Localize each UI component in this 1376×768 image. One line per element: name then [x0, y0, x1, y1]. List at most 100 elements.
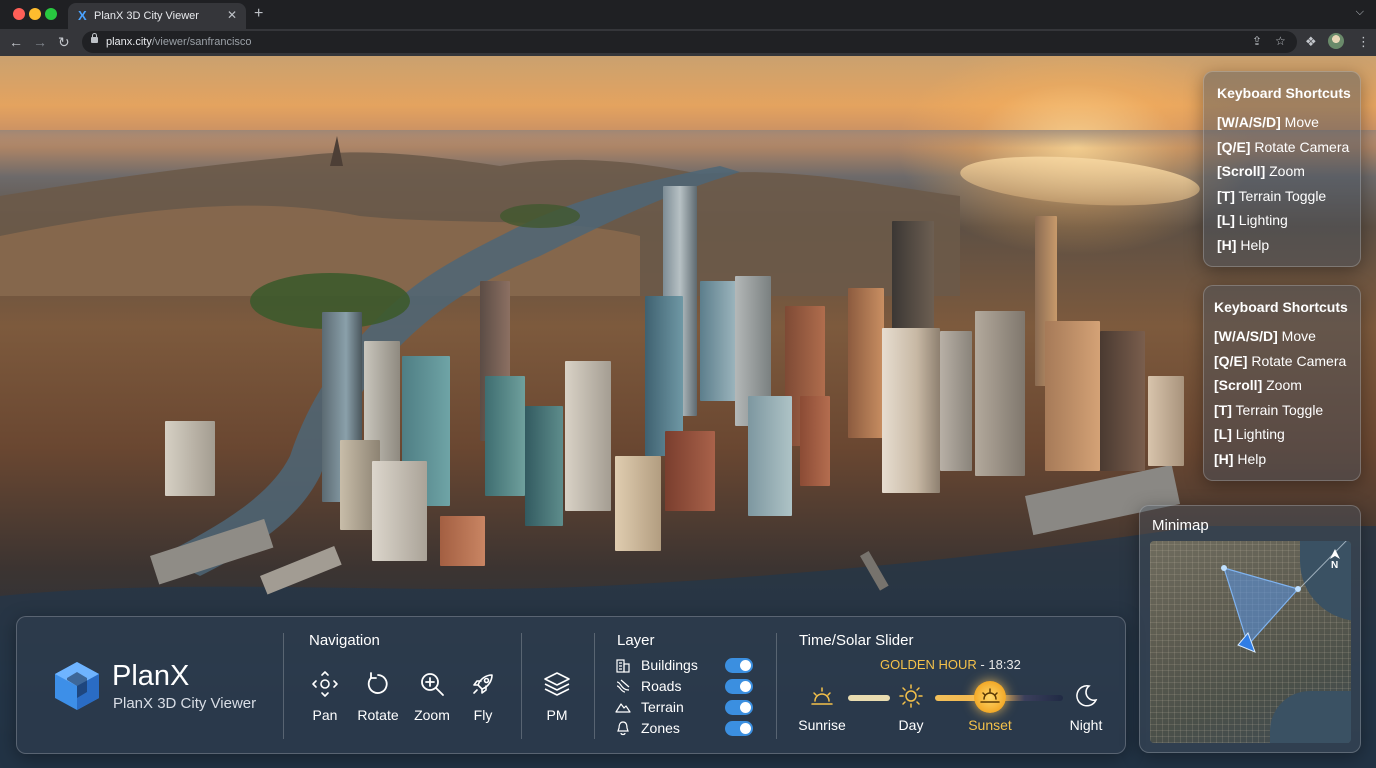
moon-night-icon	[1076, 685, 1098, 707]
night-label: Night	[1069, 717, 1103, 733]
share-icon[interactable]: ⇪	[1252, 34, 1262, 48]
layer-label-terrain: Terrain	[641, 699, 684, 715]
solar-stop-sunset[interactable]: Sunset	[958, 683, 1022, 733]
layer-row-roads[interactable]: Roads	[615, 677, 755, 695]
shortcut-move: [W/A/S/D] Move	[1217, 114, 1319, 130]
layer-label-zones: Zones	[641, 720, 680, 736]
tab-close-icon[interactable]: ✕	[227, 8, 237, 22]
brand-name: PlanX	[112, 660, 190, 692]
window-minimize-button[interactable]	[29, 8, 41, 20]
divider	[776, 633, 777, 739]
navigation-title: Navigation	[309, 632, 380, 649]
address-bar[interactable]: planx.city/viewer/sanfrancisco ⇪ ☆	[82, 31, 1297, 53]
planx-logo-icon	[55, 662, 99, 710]
url-text[interactable]: planx.city/viewer/sanfrancisco	[106, 36, 252, 48]
layer-label-buildings: Buildings	[641, 657, 698, 673]
zoom-label: Zoom	[414, 707, 450, 723]
shortcuts-title: Keyboard Shortcuts	[1214, 299, 1348, 315]
planx-favicon-icon: X	[78, 8, 87, 23]
divider	[283, 633, 284, 739]
zoom-icon	[421, 673, 444, 696]
minimap-title: Minimap	[1152, 517, 1209, 534]
shortcut-move: [W/A/S/D] Move	[1214, 328, 1316, 344]
layer-label-roads: Roads	[641, 678, 682, 694]
rotate-button[interactable]: Rotate	[350, 669, 406, 723]
fly-button[interactable]: Fly	[455, 669, 511, 723]
fly-label: Fly	[473, 707, 493, 723]
layer-title: Layer	[617, 632, 655, 649]
layers-stack-icon	[544, 672, 570, 696]
sun-day-icon	[899, 684, 923, 708]
pan-label: Pan	[312, 707, 338, 723]
shortcut-lighting: [L] Lighting	[1214, 426, 1285, 442]
zones-icon	[617, 721, 629, 736]
extensions-icon[interactable]: ❖	[1305, 34, 1317, 50]
day-label: Day	[898, 717, 924, 733]
north-label: N	[1331, 560, 1339, 571]
rotate-label: Rotate	[357, 707, 399, 723]
zoom-button[interactable]: Zoom	[404, 669, 460, 723]
reload-icon[interactable]: ↻	[58, 33, 70, 51]
browser-chrome: X PlanX 3D City Viewer ✕ + ⌵ ← → ↻ planx…	[0, 0, 1376, 56]
shortcuts-title: Keyboard Shortcuts	[1217, 85, 1351, 101]
divider	[594, 633, 595, 739]
tab-title: PlanX 3D City Viewer	[94, 10, 199, 22]
shortcut-rotate-camera: [Q/E] Rotate Camera	[1214, 353, 1347, 369]
layer-row-zones[interactable]: Zones	[615, 719, 755, 737]
solar-stop-night[interactable]: Night	[1054, 683, 1118, 733]
sunset-label: Sunset	[968, 717, 1012, 733]
rotate-icon	[367, 672, 388, 694]
terrain-toggle[interactable]	[725, 700, 753, 715]
minimap-panel: Minimap N	[1139, 505, 1361, 753]
bookmark-star-icon[interactable]: ☆	[1275, 34, 1286, 48]
window-close-button[interactable]	[13, 8, 25, 20]
shortcut-zoom: [Scroll] Zoom	[1217, 163, 1305, 179]
minimap-overlay	[1221, 541, 1347, 653]
buildings-toggle[interactable]	[725, 658, 753, 673]
keyboard-shortcuts-panel-top: Keyboard Shortcuts [W/A/S/D] Move [Q/E] …	[1203, 71, 1361, 267]
roads-icon	[616, 679, 630, 693]
buildings-icon	[616, 659, 630, 673]
shortcut-zoom: [Scroll] Zoom	[1214, 377, 1302, 393]
browser-tab[interactable]: X PlanX 3D City Viewer ✕	[68, 3, 246, 29]
zones-toggle[interactable]	[725, 721, 753, 736]
control-bar: PlanX PlanX 3D City Viewer Navigation Pa…	[16, 616, 1126, 754]
solar-stop-day[interactable]: Day	[879, 683, 943, 733]
lock-icon	[91, 33, 98, 43]
shortcut-terrain-toggle: [T] Terrain Toggle	[1214, 402, 1324, 418]
shortcut-terrain-toggle: [T] Terrain Toggle	[1217, 188, 1327, 204]
tab-strip: X PlanX 3D City Viewer ✕ + ⌵	[0, 0, 1376, 29]
pm-label: PM	[546, 707, 568, 723]
roads-toggle[interactable]	[725, 679, 753, 694]
shortcut-help: [H] Help	[1214, 451, 1267, 467]
rocket-icon	[473, 674, 493, 694]
solar-slider-title: Time/Solar Slider	[799, 632, 914, 649]
tab-list-icon[interactable]: ⌵	[1356, 6, 1364, 19]
solar-stop-sunrise[interactable]: Sunrise	[790, 683, 854, 733]
pan-button[interactable]: Pan	[297, 669, 353, 723]
pm-button[interactable]: PM	[529, 669, 585, 723]
window-maximize-button[interactable]	[45, 8, 57, 20]
sunrise-icon	[811, 687, 833, 705]
sunset-icon	[980, 688, 1000, 703]
sunrise-label: Sunrise	[798, 717, 846, 733]
shortcut-rotate-camera: [Q/E] Rotate Camera	[1217, 139, 1350, 155]
forward-icon[interactable]: →	[33, 33, 47, 51]
golden-hour-readout: GOLDEN HOUR - 18:32	[880, 657, 1021, 672]
back-icon[interactable]: ←	[9, 33, 23, 51]
new-tab-button[interactable]: +	[254, 5, 263, 23]
minimap-map[interactable]: N	[1150, 541, 1351, 743]
profile-avatar[interactable]	[1328, 33, 1344, 49]
browser-toolbar: ← → ↻ planx.city/viewer/sanfrancisco ⇪ ☆…	[0, 29, 1376, 56]
layer-row-buildings[interactable]: Buildings	[615, 656, 755, 674]
layer-row-terrain[interactable]: Terrain	[615, 698, 755, 716]
brand-subtitle: PlanX 3D City Viewer	[113, 695, 257, 712]
terrain-icon	[615, 703, 631, 713]
divider	[521, 633, 522, 739]
pan-move-icon	[312, 671, 338, 697]
keyboard-shortcuts-panel-bottom: Keyboard Shortcuts [W/A/S/D] Move [Q/E] …	[1203, 285, 1361, 481]
menu-icon[interactable]: ⋮	[1357, 34, 1370, 50]
shortcut-lighting: [L] Lighting	[1217, 212, 1288, 228]
north-arrow-icon	[1330, 549, 1340, 559]
shortcut-help: [H] Help	[1217, 237, 1270, 253]
